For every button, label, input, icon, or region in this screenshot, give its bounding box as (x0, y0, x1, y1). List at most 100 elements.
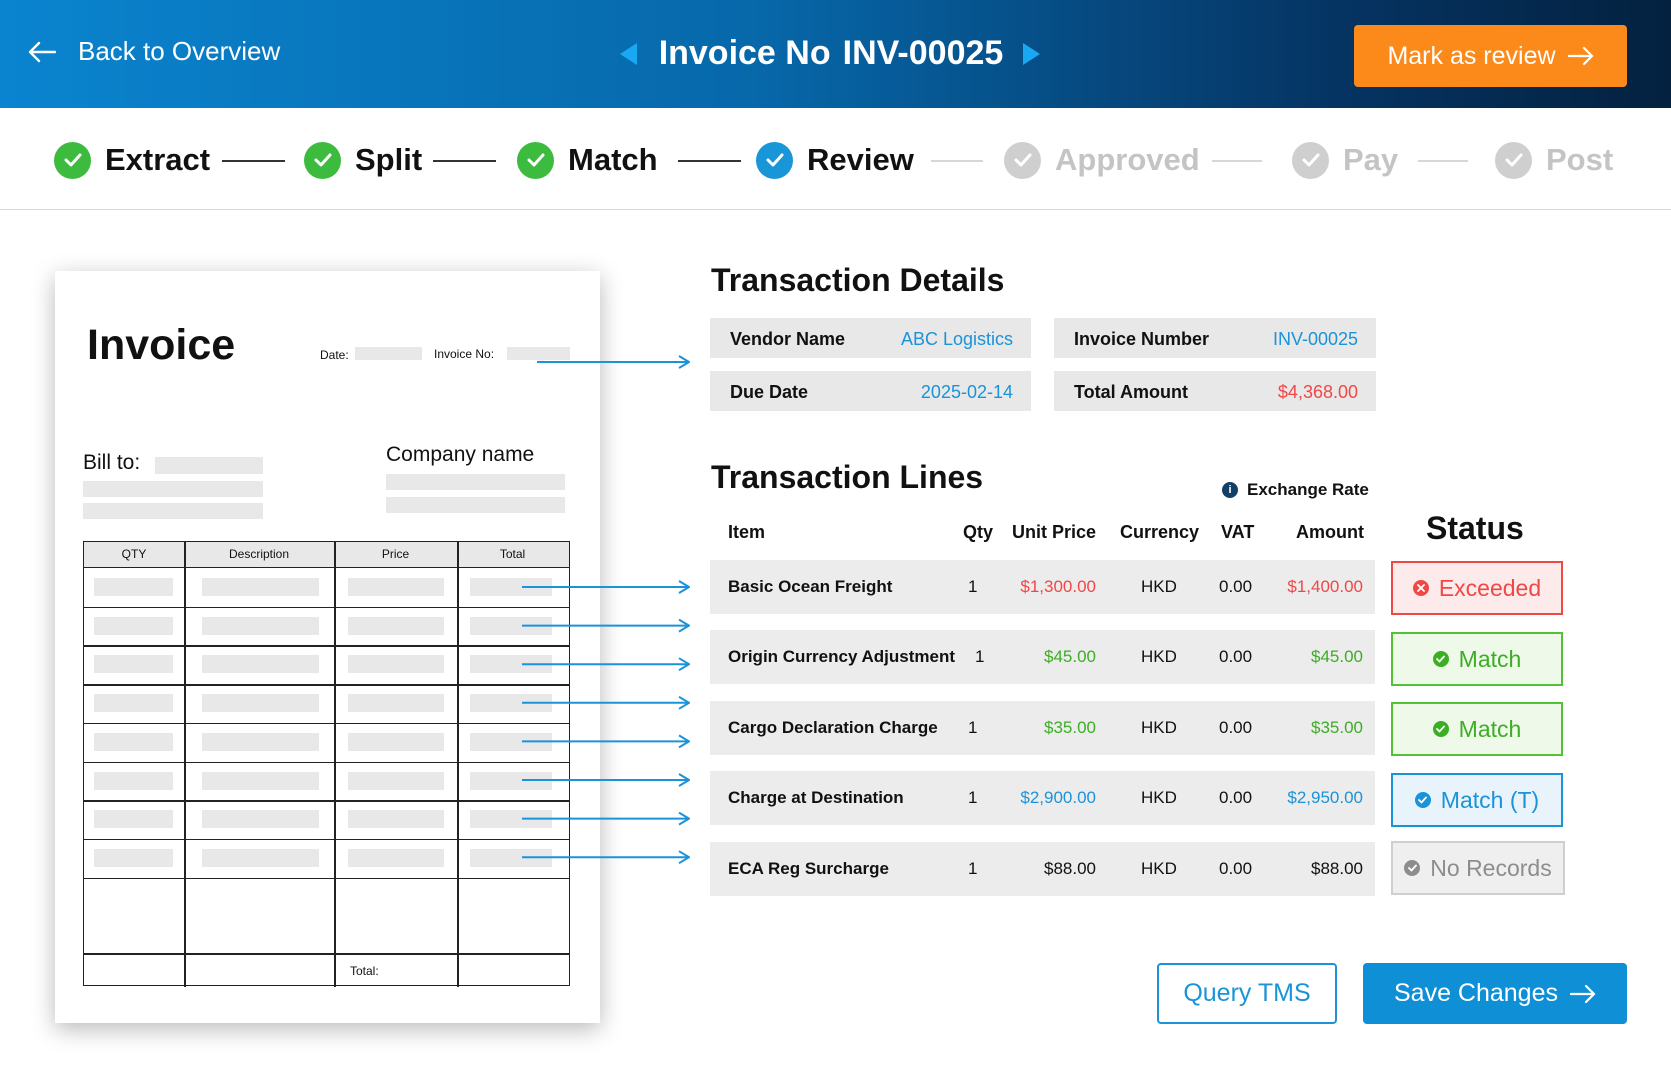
bill-to-label: Bill to: (83, 451, 141, 474)
back-label: Back to Overview (78, 36, 281, 66)
status-badge-match[interactable]: Match (1391, 632, 1563, 686)
cell-placeholder (202, 694, 319, 713)
vendor-name-field: Vendor Name ABC Logistics (710, 318, 1031, 358)
step-match[interactable]: Match (517, 140, 658, 180)
status-badge-no-records[interactable]: No Records (1391, 841, 1565, 895)
document-table-header: QTY Description Price Total (84, 542, 569, 568)
status-badge-match[interactable]: Match (1391, 702, 1563, 756)
column-amount: Amount (1296, 522, 1364, 542)
column-vat: VAT (1221, 522, 1255, 542)
line-currency: HKD (1141, 577, 1177, 596)
x-circle-icon (1412, 580, 1429, 596)
text-placeholder (386, 497, 565, 513)
cell-placeholder (202, 771, 319, 790)
step-label: Post (1546, 142, 1614, 177)
invoice-number-label: Invoice Number (1074, 329, 1210, 349)
step-label: Extract (105, 142, 211, 177)
table-row-divider (84, 761, 569, 763)
save-changes-button[interactable]: Save Changes (1363, 963, 1627, 1024)
column-item: Item (728, 522, 766, 542)
transaction-lines-title: Transaction Lines (711, 459, 984, 495)
line-vat: 0.00 (1219, 577, 1253, 596)
cell-placeholder (202, 732, 319, 751)
status-badge-match-t[interactable]: Match (T) (1391, 773, 1563, 827)
arrow-right-icon (1567, 46, 1593, 66)
transaction-line-row[interactable]: Cargo Declaration Charge 1 $35.00 HKD 0.… (710, 701, 1375, 755)
mark-as-review-button[interactable]: Mark as review (1354, 25, 1627, 87)
step-review[interactable]: Review (756, 140, 914, 180)
cell-placeholder (348, 732, 444, 751)
cell-placeholder (202, 655, 319, 674)
line-unit-price: $35.00 (1044, 718, 1096, 737)
previous-invoice-arrow-icon[interactable] (619, 42, 637, 65)
cell-placeholder (94, 810, 173, 829)
table-row-divider (84, 953, 569, 955)
status-badge-exceeded[interactable]: Exceeded (1391, 561, 1563, 615)
info-icon: i (1222, 482, 1238, 498)
query-tms-button[interactable]: Query TMS (1157, 963, 1337, 1024)
cell-placeholder (348, 616, 444, 635)
line-unit-price: $1,300.00 (1020, 577, 1096, 596)
invoice-no-placeholder (507, 347, 570, 360)
invoice-document-preview: Invoice Date: Invoice No: Bill to: Compa… (55, 271, 600, 1023)
due-date-label: Due Date (730, 382, 809, 402)
transaction-line-row[interactable]: Origin Currency Adjustment 1 $45.00 HKD … (710, 630, 1375, 684)
line-vat: 0.00 (1219, 718, 1253, 737)
back-to-overview-link[interactable]: Back to Overview (28, 36, 280, 67)
line-qty: 1 (968, 577, 978, 596)
invoice-number-value[interactable]: INV-00025 (1273, 329, 1358, 350)
table-column-divider (334, 542, 336, 987)
text-placeholder (386, 474, 565, 490)
cell-placeholder (470, 732, 552, 751)
check-circle-icon (1432, 651, 1449, 667)
status-label: Exceeded (1438, 574, 1542, 601)
cell-placeholder (470, 810, 552, 829)
col-price: Price (381, 547, 410, 561)
step-label: Review (807, 142, 914, 177)
transaction-line-row[interactable]: Basic Ocean Freight 1 $1,300.00 HKD 0.00… (710, 560, 1375, 614)
mark-as-review-label: Mark as review (1387, 41, 1556, 70)
due-date-field: Due Date 2025-02-14 (710, 371, 1031, 411)
cell-placeholder (470, 655, 552, 674)
step-connector (678, 160, 741, 162)
line-amount: $35.00 (1311, 718, 1363, 737)
step-post[interactable]: Post (1495, 140, 1613, 180)
company-name-label: Company name (386, 443, 535, 466)
next-invoice-arrow-icon[interactable] (1023, 42, 1041, 65)
line-currency: HKD (1141, 859, 1177, 878)
document-line-table: QTY Description Price Total Total: (83, 541, 570, 987)
cell-placeholder (202, 810, 319, 829)
step-extract[interactable]: Extract (54, 140, 210, 180)
vendor-name-value[interactable]: ABC Logistics (901, 329, 1013, 350)
check-circle-icon (517, 141, 554, 179)
total-amount-value[interactable]: $4,368.00 (1278, 382, 1358, 403)
check-circle-icon (1432, 721, 1449, 737)
cell-placeholder (94, 655, 173, 674)
column-currency: Currency (1120, 522, 1200, 542)
transaction-line-row[interactable]: Charge at Destination 1 $2,900.00 HKD 0.… (710, 771, 1375, 825)
due-date-value[interactable]: 2025-02-14 (921, 382, 1013, 403)
status-label: No Records (1430, 854, 1552, 881)
step-pay[interactable]: Pay (1292, 140, 1398, 180)
table-row-divider (84, 722, 569, 725)
status-label: Match (1458, 645, 1522, 672)
step-split[interactable]: Split (304, 140, 422, 180)
exchange-rate-link[interactable]: i Exchange Rate (1222, 480, 1369, 500)
line-item-name: Origin Currency Adjustment (728, 647, 956, 666)
arrow-left-icon (28, 41, 56, 62)
check-circle-icon (1495, 141, 1532, 179)
exchange-rate-label: Exchange Rate (1247, 480, 1369, 499)
check-circle-icon (1404, 860, 1421, 876)
table-row-divider (84, 800, 569, 802)
step-label: Split (355, 142, 423, 177)
table-row-divider (84, 877, 569, 880)
invoice-no-label: Invoice No: (434, 347, 495, 361)
line-qty: 1 (975, 647, 985, 666)
transaction-line-row[interactable]: ECA Reg Surcharge 1 $88.00 HKD 0.00 $88.… (710, 842, 1375, 896)
text-placeholder (83, 503, 263, 519)
column-qty: Qty (963, 522, 994, 542)
line-qty: 1 (968, 788, 978, 807)
step-approved[interactable]: Approved (1004, 140, 1200, 180)
date-placeholder (355, 347, 422, 360)
line-unit-price: $45.00 (1044, 647, 1096, 666)
